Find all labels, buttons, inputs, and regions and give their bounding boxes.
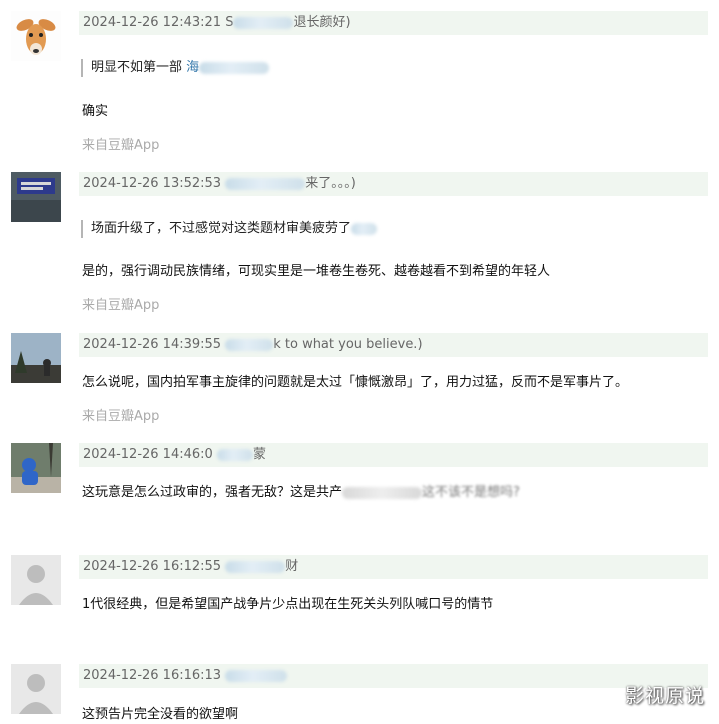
blurred-username (225, 669, 288, 682)
quoted-text: 场面升级了，不过感觉对这类题材审美疲劳了 (81, 220, 378, 238)
blurred-username (225, 560, 286, 573)
comment-user[interactable] (225, 668, 288, 683)
comment-time: 2024-12-26 16:16:13 (83, 668, 222, 683)
default-avatar-icon (11, 664, 61, 714)
avatar[interactable] (11, 333, 61, 383)
quote-link[interactable]: 海 (186, 60, 270, 75)
comment-time: 2024-12-26 12:43:21 (83, 15, 222, 30)
blurred-username (216, 448, 253, 461)
comment-source: 来自豆瓣App (82, 138, 160, 153)
comment-meta: 2024-12-26 12:43:21 S 退长颜好) (79, 11, 708, 35)
quoted-text: 明显不如第一部 海 (81, 59, 270, 77)
deer-avatar-icon (11, 11, 61, 61)
blurred-username (225, 177, 306, 190)
avatar[interactable] (11, 11, 61, 61)
comment-user[interactable]: 蒙 (216, 447, 266, 462)
photo-avatar-icon (11, 333, 61, 383)
comment-text: 确实 (82, 104, 109, 119)
photo-avatar-icon (11, 172, 61, 222)
avatar[interactable] (11, 664, 61, 714)
comment-text: 1代很经典，但是希望国产战争片少点出现在生死关头列队喊口号的情节 (82, 597, 494, 612)
comment-text: 这玩意是怎么过政审的，强者无敌？这是共产 这不该不是想吗? (82, 485, 520, 500)
photo-avatar-icon (11, 443, 61, 493)
avatar[interactable] (11, 555, 61, 605)
comment-meta: 2024-12-26 14:39:55 k to what you believ… (79, 333, 708, 357)
avatar[interactable] (11, 172, 61, 222)
comment-meta: 2024-12-26 13:52:53 来了。。。) (79, 172, 708, 196)
comment-user[interactable]: S 退长颜好) (225, 15, 350, 30)
avatar[interactable] (11, 443, 61, 493)
comment-source: 来自豆瓣App (82, 298, 160, 313)
watermark: 影视原说 (624, 685, 705, 707)
comment-source: 来自豆瓣App (82, 409, 160, 424)
comment-user[interactable]: 财 (225, 559, 298, 574)
comment-time: 2024-12-26 16:12:55 (83, 559, 222, 574)
comment-time: 2024-12-26 13:52:53 (83, 176, 222, 191)
comment-user[interactable]: 来了。。。) (225, 176, 356, 191)
comment-time: 2024-12-26 14:46:0 (83, 447, 213, 462)
comment-user[interactable]: k to what you believe.) (225, 337, 423, 352)
blurred-username (225, 338, 274, 351)
comment-text: 是的，强行调动民族情绪，可现实里是一堆卷生卷死、越卷越看不到希望的年轻人 (82, 264, 551, 279)
default-avatar-icon (11, 555, 61, 605)
comment-text: 这预告片完全没看的欲望啊 (82, 707, 239, 722)
comment-text: 怎么说呢，国内拍军事主旋律的问题就是太过「慷慨激昂」了，用力过猛，反而不是军事片… (82, 375, 629, 390)
comment-meta: 2024-12-26 14:46:0 蒙 (79, 443, 708, 467)
comment-meta: 2024-12-26 16:16:13 (79, 664, 708, 688)
comment-meta: 2024-12-26 16:12:55 财 (79, 555, 708, 579)
blurred-username (233, 16, 294, 29)
comment-time: 2024-12-26 14:39:55 (83, 337, 222, 352)
